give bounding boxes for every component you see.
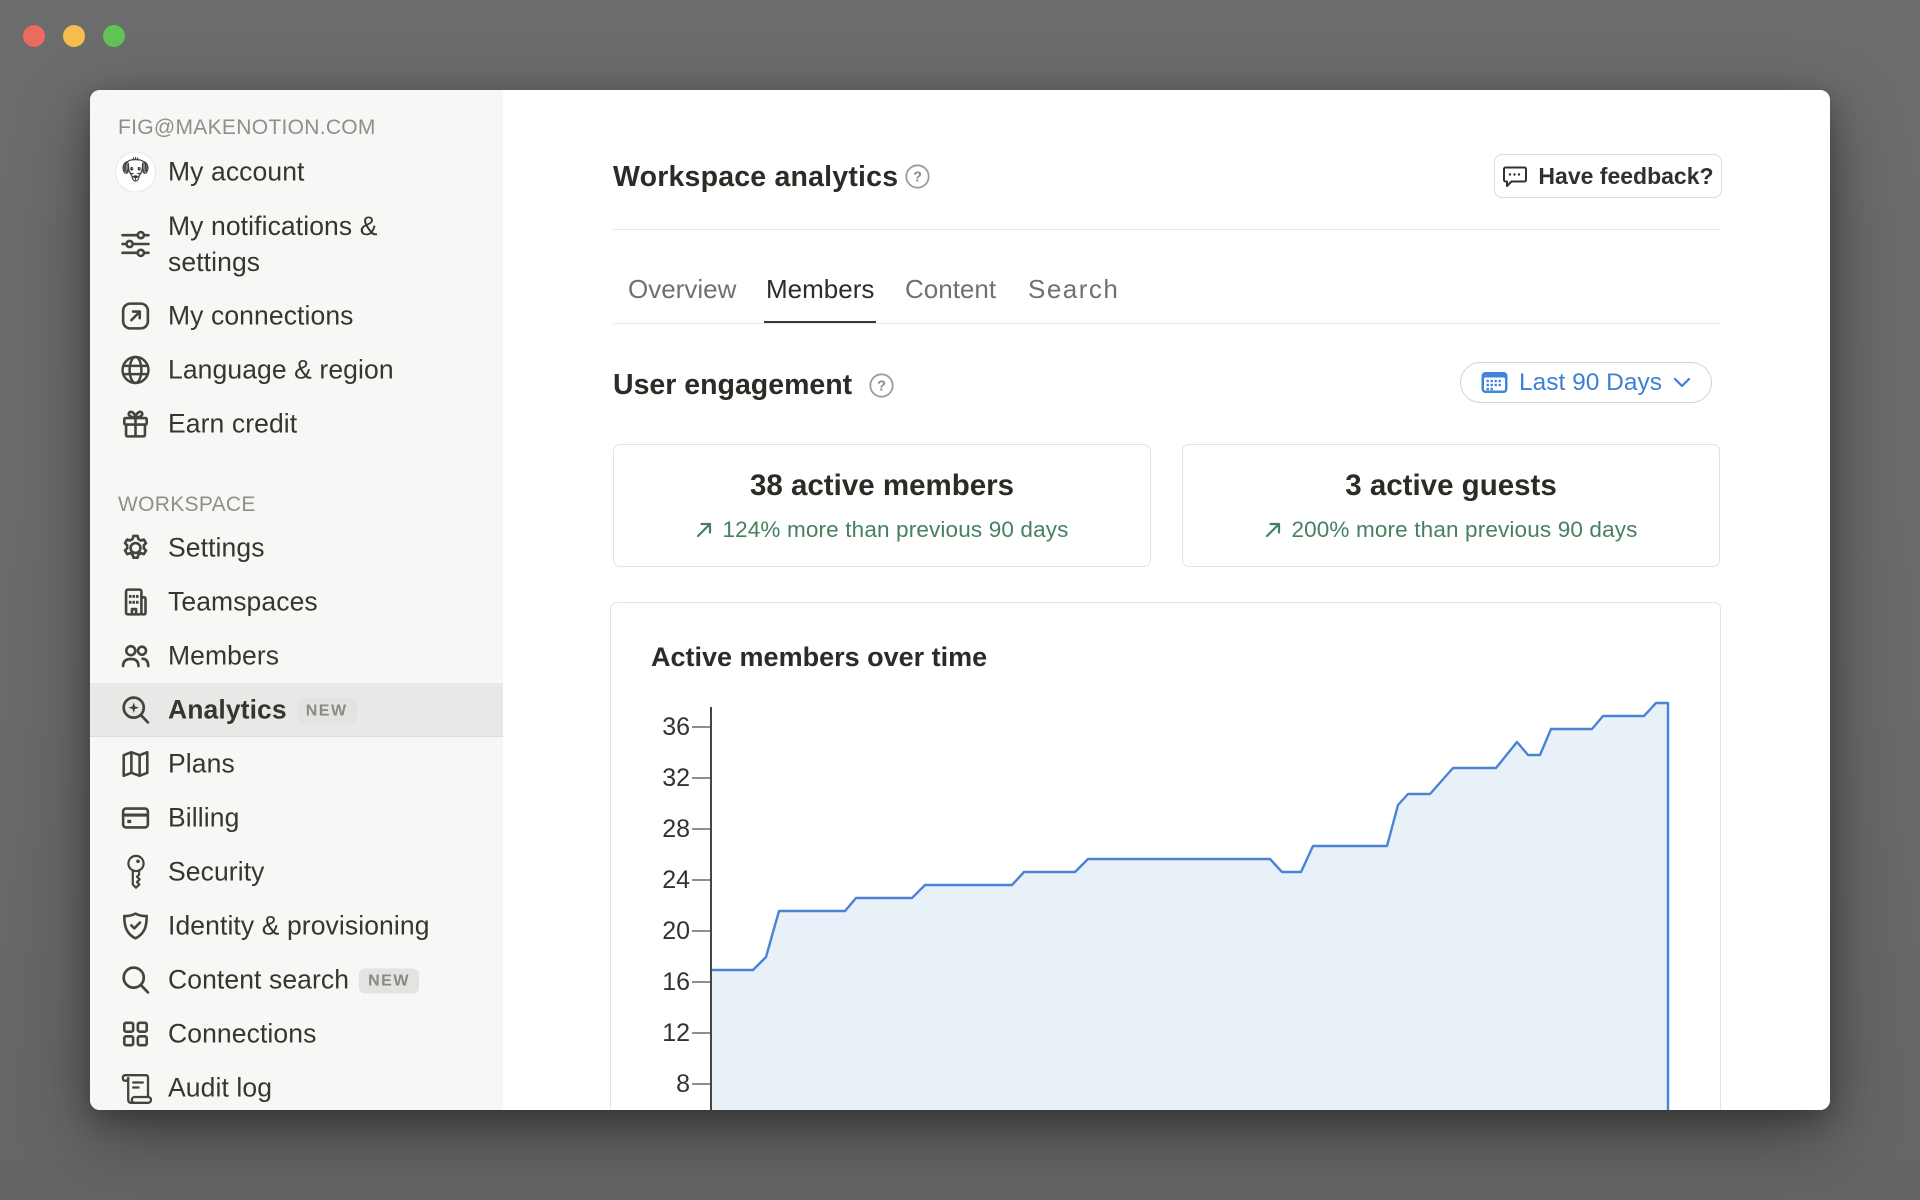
svg-text:?: ? [913, 169, 922, 185]
svg-text:?: ? [877, 378, 886, 394]
